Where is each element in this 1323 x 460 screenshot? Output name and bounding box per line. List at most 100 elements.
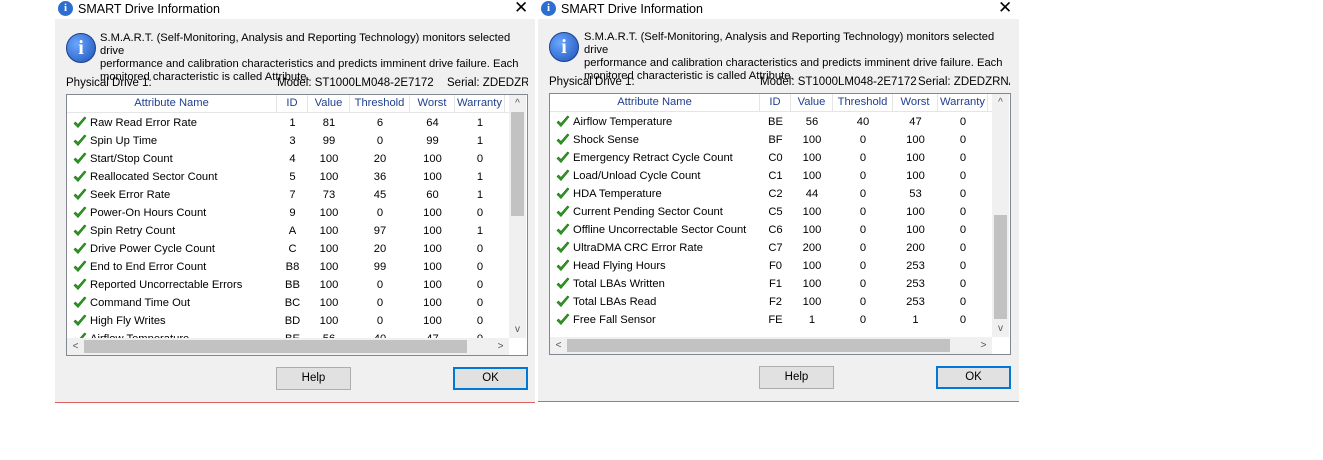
column-header-attribute-name[interactable]: Attribute Name bbox=[67, 95, 277, 112]
cell-id: C2 bbox=[768, 188, 783, 200]
cell-warranty: 0 bbox=[959, 170, 967, 182]
table-row[interactable]: Airflow Temperature BE 56 40 47 0 bbox=[550, 113, 992, 131]
scroll-right-arrow-icon[interactable]: > bbox=[975, 337, 992, 354]
cell-threshold: 0 bbox=[859, 314, 867, 326]
attribute-name: Total LBAs Read bbox=[573, 296, 657, 308]
attribute-list[interactable]: Attribute Name ID Value Threshold Worst Warra… bbox=[66, 94, 528, 356]
column-header-attribute-name[interactable]: Attribute Name bbox=[550, 94, 760, 111]
cell-value: 1 bbox=[808, 314, 816, 326]
attribute-name: Start/Stop Count bbox=[90, 153, 173, 165]
cell-warranty: 0 bbox=[959, 260, 967, 272]
table-row[interactable]: Drive Power Cycle Count C 100 20 100 0 bbox=[67, 240, 509, 258]
title-bar: i SMART Drive Information ✕ bbox=[538, 0, 1019, 19]
close-icon[interactable]: ✕ bbox=[998, 0, 1012, 16]
cell-id: F1 bbox=[768, 278, 783, 290]
table-row[interactable]: Offline Uncorrectable Sector Count C6 100 0… bbox=[550, 221, 992, 239]
attribute-name: Seek Error Rate bbox=[90, 189, 171, 201]
ok-button[interactable]: OK bbox=[453, 367, 528, 390]
table-row[interactable]: Raw Read Error Rate 1 81 6 64 1 bbox=[67, 114, 509, 132]
help-button[interactable]: Help bbox=[759, 366, 834, 389]
column-header-worst[interactable]: Worst bbox=[893, 94, 938, 111]
column-header-warranty[interactable]: Warranty bbox=[455, 95, 505, 112]
horizontal-scrollbar[interactable]: < > bbox=[550, 337, 992, 354]
check-icon bbox=[556, 151, 570, 163]
cell-worst: 100 bbox=[906, 152, 925, 164]
cell-id: 5 bbox=[289, 171, 296, 183]
vertical-scrollbar[interactable]: ^ v bbox=[992, 94, 1009, 337]
cell-warranty: 0 bbox=[476, 297, 484, 309]
cell-worst: 200 bbox=[906, 242, 925, 254]
attribute-name: HDA Temperature bbox=[573, 188, 662, 200]
cell-worst: 100 bbox=[423, 297, 442, 309]
cell-id: BB bbox=[285, 279, 300, 291]
horizontal-scroll-thumb[interactable] bbox=[567, 339, 950, 352]
scroll-up-arrow-icon[interactable]: ^ bbox=[509, 95, 526, 112]
column-header-warranty[interactable]: Warranty bbox=[938, 94, 988, 111]
table-row[interactable]: Spin Retry Count A 100 97 100 1 bbox=[67, 222, 509, 240]
ok-button[interactable]: OK bbox=[936, 366, 1011, 389]
table-row[interactable]: Start/Stop Count 4 100 20 100 0 bbox=[67, 150, 509, 168]
cell-id: 4 bbox=[289, 153, 296, 165]
scroll-down-arrow-icon[interactable]: v bbox=[509, 321, 526, 338]
vertical-scroll-thumb[interactable] bbox=[511, 112, 524, 216]
column-header-id[interactable]: ID bbox=[277, 95, 308, 112]
scroll-right-arrow-icon[interactable]: > bbox=[492, 338, 509, 355]
vertical-scroll-thumb[interactable] bbox=[994, 215, 1007, 319]
table-row[interactable]: Total LBAs Read F2 100 0 253 0 bbox=[550, 293, 992, 311]
cell-value: 100 bbox=[802, 296, 822, 308]
vertical-scrollbar[interactable]: ^ v bbox=[509, 95, 526, 338]
column-header-worst[interactable]: Worst bbox=[410, 95, 455, 112]
table-row[interactable]: Total LBAs Written F1 100 0 253 0 bbox=[550, 275, 992, 293]
scroll-left-arrow-icon[interactable]: < bbox=[550, 337, 567, 354]
horizontal-scroll-thumb[interactable] bbox=[84, 340, 467, 353]
cell-threshold: 0 bbox=[376, 207, 384, 219]
attribute-name: Power-On Hours Count bbox=[90, 207, 207, 219]
column-header-value[interactable]: Value bbox=[308, 95, 350, 112]
table-row[interactable]: End to End Error Count B8 100 99 100 0 bbox=[67, 258, 509, 276]
cell-threshold: 0 bbox=[859, 170, 867, 182]
attribute-list[interactable]: Attribute Name ID Value Threshold Worst Warra… bbox=[549, 93, 1011, 355]
table-row[interactable]: Shock Sense BF 100 0 100 0 bbox=[550, 131, 992, 149]
cell-worst: 100 bbox=[423, 171, 442, 183]
table-row[interactable]: Seek Error Rate 7 73 45 60 1 bbox=[67, 186, 509, 204]
table-row[interactable]: Spin Up Time 3 99 0 99 1 bbox=[67, 132, 509, 150]
column-header-value[interactable]: Value bbox=[791, 94, 833, 111]
table-row[interactable]: Power-On Hours Count 9 100 0 100 0 bbox=[67, 204, 509, 222]
column-header-threshold[interactable]: Threshold bbox=[833, 94, 893, 111]
horizontal-scrollbar[interactable]: < > bbox=[67, 338, 509, 355]
table-row[interactable]: Free Fall Sensor FE 1 0 1 0 bbox=[550, 311, 992, 329]
scroll-up-arrow-icon[interactable]: ^ bbox=[992, 94, 1009, 111]
check-icon bbox=[556, 187, 570, 199]
attribute-name: Spin Up Time bbox=[90, 135, 158, 147]
close-icon[interactable]: ✕ bbox=[514, 0, 528, 16]
info-icon: i bbox=[541, 1, 556, 16]
cell-worst: 100 bbox=[423, 153, 442, 165]
cell-value: 100 bbox=[802, 278, 822, 290]
scroll-left-arrow-icon[interactable]: < bbox=[67, 338, 84, 355]
cell-worst: 253 bbox=[906, 260, 925, 272]
column-header-id[interactable]: ID bbox=[760, 94, 791, 111]
table-row[interactable]: Head Flying Hours F0 100 0 253 0 bbox=[550, 257, 992, 275]
table-row[interactable]: High Fly Writes BD 100 0 100 0 bbox=[67, 312, 509, 330]
cell-value: 100 bbox=[802, 170, 822, 182]
table-row[interactable]: HDA Temperature C2 44 0 53 0 bbox=[550, 185, 992, 203]
help-button[interactable]: Help bbox=[276, 367, 351, 390]
cell-value: 73 bbox=[322, 189, 336, 201]
cell-worst: 100 bbox=[423, 261, 442, 273]
table-row[interactable]: Command Time Out BC 100 0 100 0 bbox=[67, 294, 509, 312]
table-row[interactable]: Current Pending Sector Count C5 100 0 100 0 bbox=[550, 203, 992, 221]
cell-threshold: 0 bbox=[859, 260, 867, 272]
table-row[interactable]: Load/Unload Cycle Count C1 100 0 100 0 bbox=[550, 167, 992, 185]
cell-value: 99 bbox=[322, 135, 336, 147]
scroll-down-arrow-icon[interactable]: v bbox=[992, 320, 1009, 337]
table-row[interactable]: Reported Uncorrectable Errors BB 100 0 100 0 bbox=[67, 276, 509, 294]
table-row[interactable]: UltraDMA CRC Error Rate C7 200 0 200 0 bbox=[550, 239, 992, 257]
attribute-name: Drive Power Cycle Count bbox=[90, 243, 215, 255]
cell-warranty: 0 bbox=[959, 242, 967, 254]
check-icon bbox=[73, 278, 87, 290]
cell-worst: 100 bbox=[423, 315, 442, 327]
table-row[interactable]: Emergency Retract Cycle Count C0 100 0 100 0 bbox=[550, 149, 992, 167]
cell-value: 100 bbox=[319, 207, 339, 219]
column-header-threshold[interactable]: Threshold bbox=[350, 95, 410, 112]
table-row[interactable]: Reallocated Sector Count 5 100 36 100 1 bbox=[67, 168, 509, 186]
